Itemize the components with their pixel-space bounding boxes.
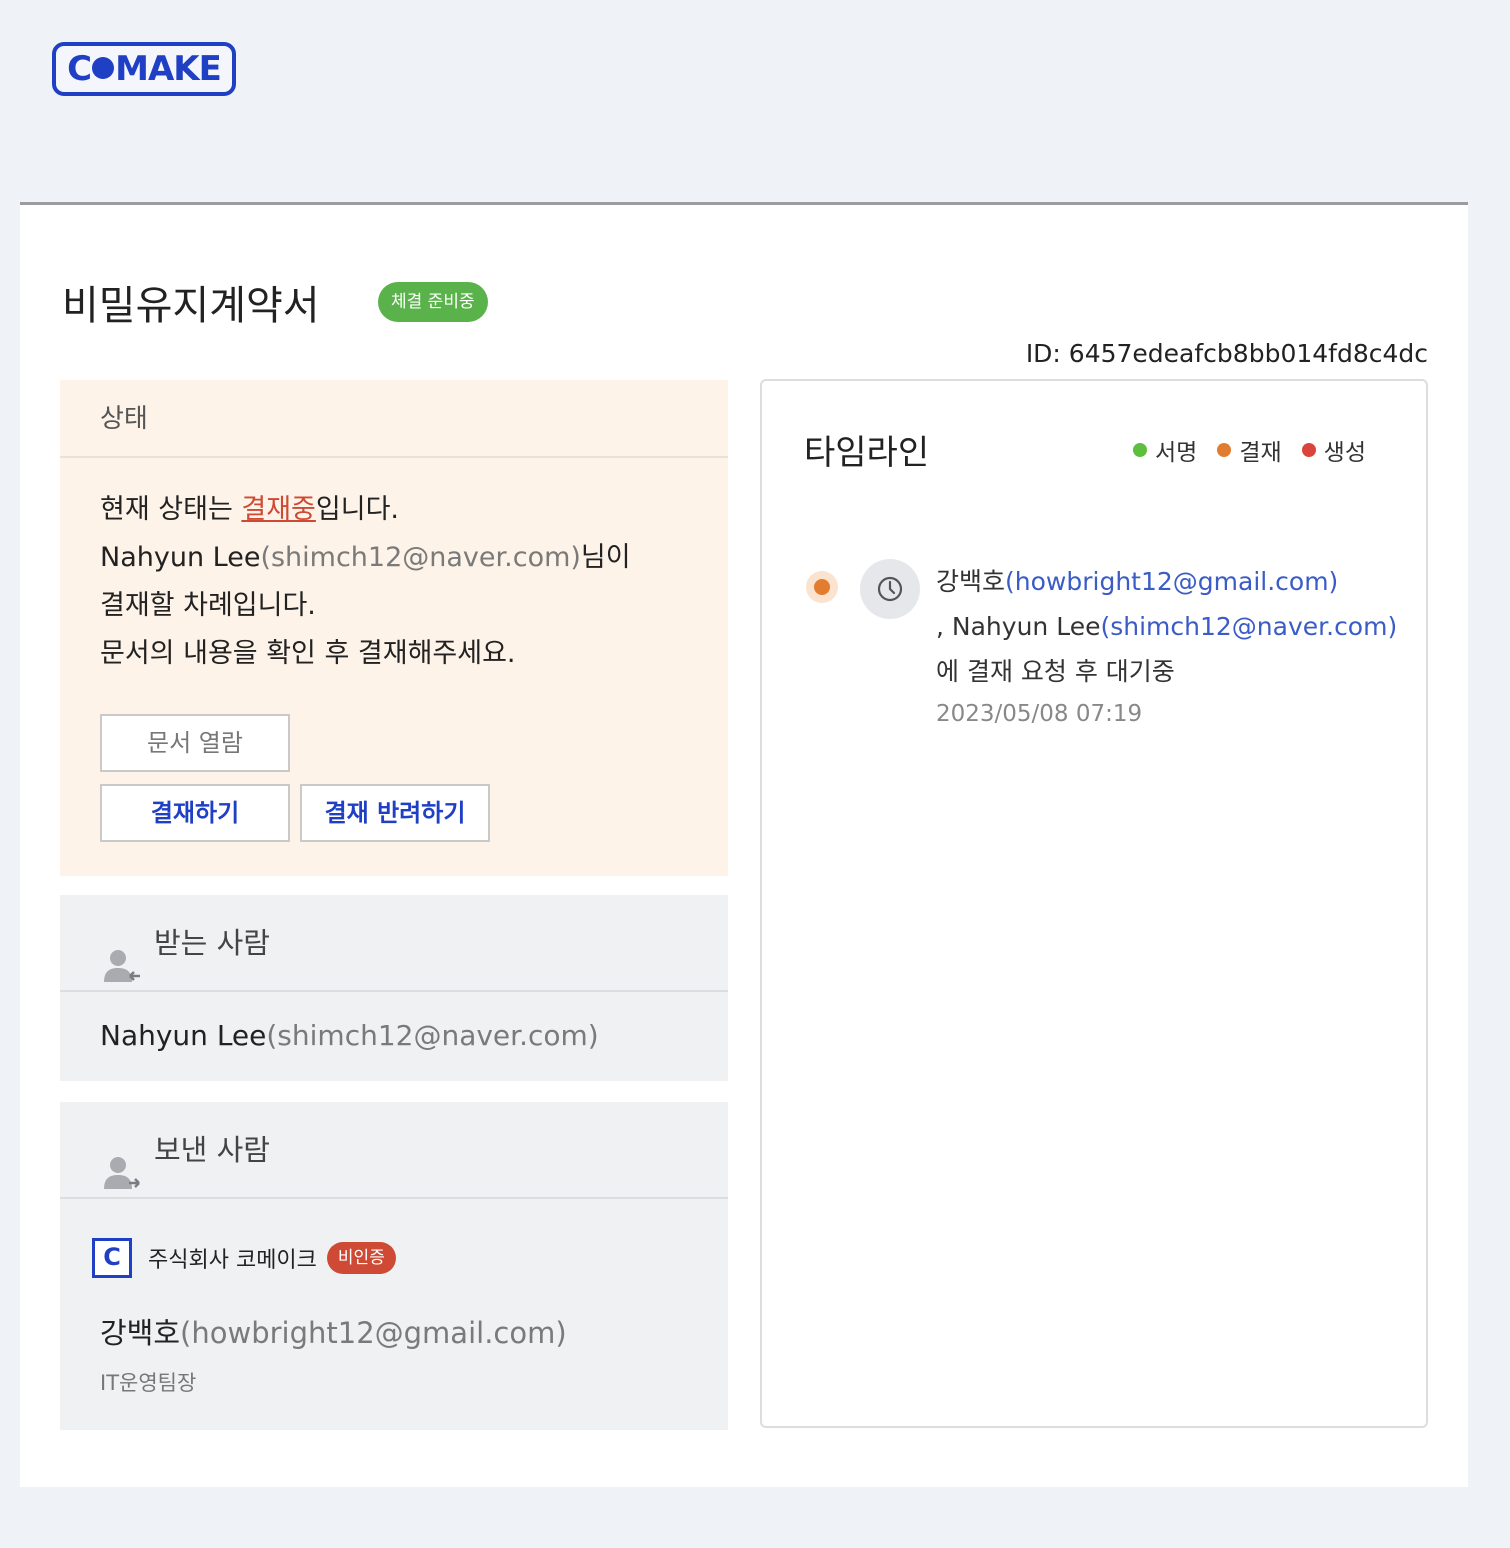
logo-text-right: MAKE: [115, 49, 222, 89]
sender-panel: 보낸 사람 C 주식회사 코메이크 비인증 강백호(howbright12@gm…: [60, 1102, 728, 1430]
recipient-name: Nahyun Lee: [100, 1019, 267, 1052]
document-status-badge: 체결 준비중: [378, 282, 488, 322]
status-heading: 상태: [60, 380, 728, 458]
clock-icon: [860, 559, 920, 619]
legend-dot-sign: [1133, 443, 1148, 457]
timeline-title: 타임라인: [804, 433, 930, 473]
person-receive-icon: [104, 925, 140, 982]
timeline-approval-marker: [806, 571, 838, 603]
logo-text-left: C: [67, 49, 92, 89]
company-logo: C: [92, 1238, 132, 1278]
approver-suffix: 님이: [580, 542, 631, 573]
legend-label-create: 생성: [1323, 440, 1366, 466]
status-line-4: 문서의 내용을 확인 후 결재해주세요.: [100, 638, 516, 669]
legend-sign: 서명: [1133, 433, 1197, 467]
legend-label-approval: 결재: [1239, 440, 1282, 466]
approver-name: Nahyun Lee: [100, 542, 261, 573]
document-card: 비밀유지계약서 체결 준비중 ID: 6457edeafcb8bb014fd8c…: [20, 202, 1468, 1487]
sender-row: 강백호(howbright12@gmail.com): [100, 1310, 567, 1352]
approver-email: (shimch12@naver.com): [260, 542, 581, 573]
legend-dot-create: [1301, 443, 1316, 457]
sender-heading-text: 보낸 사람: [154, 1133, 270, 1167]
uncertified-badge: 비인증: [326, 1242, 396, 1274]
reject-approval-button[interactable]: 결재 반려하기: [300, 784, 490, 842]
entry-name-1: 강백호: [936, 567, 1006, 596]
timeline-entry-action: 에 결재 요청 후 대기중: [936, 657, 1175, 686]
timeline-legend: 서명 결재 생성: [1133, 433, 1366, 467]
view-document-button[interactable]: 문서 열람: [100, 714, 290, 772]
timeline-entry-date: 2023/05/08 07:19: [936, 701, 1143, 727]
sender-role: IT운영팀장: [100, 1371, 197, 1395]
status-panel: 상태 현재 상태는 결재중입니다. Nahyun Lee(shimch12@na…: [60, 380, 728, 876]
recipient-heading: 받는 사람: [60, 895, 728, 992]
status-suffix: 입니다.: [315, 494, 400, 525]
document-id: ID: 6457edeafcb8bb014fd8c4dc: [1025, 339, 1428, 368]
legend-label-sign: 서명: [1155, 440, 1198, 466]
recipient-panel: 받는 사람 Nahyun Lee(shimch12@naver.com): [60, 895, 728, 1081]
timeline-entry-line-2: , Nahyun Lee(shimch12@naver.com): [936, 604, 1406, 649]
timeline-entry: 강백호(howbright12@gmail.com) , Nahyun Lee(…: [936, 559, 1406, 734]
legend-create: 생성: [1301, 433, 1366, 467]
legend-dot-approval: [1217, 443, 1232, 457]
document-title: 비밀유지계약서: [62, 283, 320, 329]
recipient-heading-text: 받는 사람: [154, 926, 270, 960]
person-send-icon: [104, 1132, 140, 1189]
status-line-3: 결재할 차례입니다.: [100, 590, 316, 621]
sender-heading: 보낸 사람: [60, 1102, 728, 1199]
sender-company: C 주식회사 코메이크 비인증: [92, 1238, 396, 1278]
approve-button[interactable]: 결재하기: [100, 784, 290, 842]
entry-separator: ,: [936, 612, 952, 641]
status-message: 현재 상태는 결재중입니다. Nahyun Lee(shimch12@naver…: [60, 458, 728, 678]
status-line-2: Nahyun Lee(shimch12@naver.com)님이: [100, 534, 688, 582]
company-name: 주식회사 코메이크: [148, 1248, 317, 1273]
recipient-email: (shimch12@naver.com): [266, 1019, 599, 1052]
recipient-row: Nahyun Lee(shimch12@naver.com): [60, 992, 728, 1080]
entry-email-1: (howbright12@gmail.com): [1005, 567, 1339, 596]
entry-email-2: (shimch12@naver.com): [1100, 612, 1398, 641]
timeline-panel: 타임라인 서명 결재 생성 강백호(howbright12@gmail.com)…: [760, 379, 1428, 1428]
status-line-1: 현재 상태는 결재중입니다.: [100, 486, 688, 534]
timeline-entry-line-1: 강백호(howbright12@gmail.com): [936, 559, 1406, 604]
sender-email: (howbright12@gmail.com): [180, 1316, 567, 1350]
status-link[interactable]: 결재중: [241, 494, 316, 525]
entry-name-2: Nahyun Lee: [951, 612, 1101, 641]
status-prefix: 현재 상태는: [100, 494, 242, 525]
logo-o-mark: [92, 56, 115, 79]
legend-approval: 결재: [1217, 433, 1282, 467]
comake-logo[interactable]: C MAKE: [52, 42, 236, 96]
sender-name: 강백호: [100, 1316, 181, 1350]
